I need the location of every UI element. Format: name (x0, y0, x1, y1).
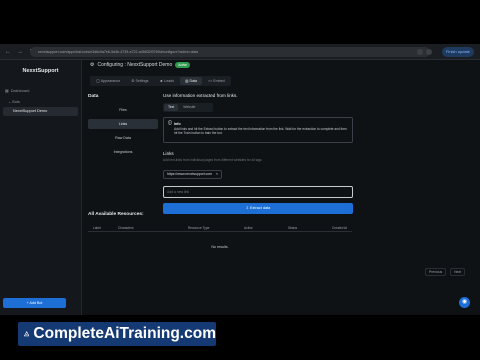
tab-embed[interactable]: <> Embed (203, 77, 230, 85)
extension-icons (417, 47, 432, 55)
download-icon: ⇩ (245, 206, 249, 210)
app-window: NexxtSupport ▦ Dashboard ⌄ Bots NexxtSup… (0, 60, 480, 315)
profile-icon[interactable] (426, 49, 432, 55)
link-chip-text: https://www.nexxtsupport.com (167, 172, 213, 176)
sidebar-item-dashboard[interactable]: ▦ Dashboard (5, 88, 81, 93)
empty-state: No results. (211, 245, 229, 249)
sub-nav-raw-data[interactable]: Raw Data (88, 133, 158, 143)
close-icon[interactable]: × (216, 172, 218, 176)
sub-nav-links[interactable]: Links (88, 119, 158, 129)
database-icon: ▥ (185, 79, 189, 83)
tab-label: Embed (213, 79, 225, 83)
panel-title: Use information extracted from links. (163, 93, 238, 98)
sidebar-item-bots[interactable]: ⌄ Bots (8, 99, 81, 104)
info-heading: ⓘ Info (168, 121, 348, 126)
extension-icon[interactable] (417, 49, 423, 55)
data-sub-nav: Files Links Raw Data Integrations (88, 105, 158, 161)
links-heading: Links (163, 151, 174, 156)
page-title: ⚙ Configuring : NexxtSupport Demo Active (90, 62, 190, 68)
gear-icon: ⚙ (90, 62, 95, 68)
section-heading: Data (88, 94, 99, 99)
next-button[interactable]: Next (450, 268, 466, 276)
links-panel: Use information extracted from links. Te… (163, 93, 355, 214)
tab-label: Settings (135, 79, 149, 83)
status-badge: Active (175, 62, 190, 68)
page-title-text: Configuring : NexxtSupport Demo (97, 62, 173, 68)
table-header: Label Characters Resource Type Active St… (88, 224, 352, 232)
extract-label: Extract data (249, 206, 271, 210)
column-header[interactable]: Active (244, 224, 288, 231)
brand-logo: NexxtSupport (22, 68, 59, 74)
add-link-input[interactable] (163, 186, 353, 198)
info-title-text: Info (173, 121, 181, 126)
sidebar-item-active-bot[interactable]: NexxtSupport Demo (3, 107, 78, 116)
back-arrow-icon[interactable]: ← (4, 48, 12, 56)
tab-leads[interactable]: ☻ Leads (154, 77, 179, 85)
mode-tabs: Text Website (163, 103, 213, 112)
sub-nav-integrations[interactable]: Integrations (88, 147, 158, 157)
tab-data[interactable]: ▥ Data (180, 77, 203, 85)
resources-table: Label Characters Resource Type Active St… (88, 224, 352, 249)
sidebar-item-label: Bots (12, 100, 20, 104)
pagination: Previous Next (425, 268, 466, 276)
tab-settings[interactable]: ⚙ Settings (126, 77, 153, 85)
info-callout: ⓘ Info Add links and hit the Extract but… (163, 117, 353, 143)
palette-icon: ◯ (96, 79, 101, 83)
mode-tab-website[interactable]: Website (179, 104, 199, 111)
bot-icon: ◉ (461, 299, 468, 305)
add-bot-button[interactable]: + Add Bot (3, 298, 66, 308)
grid-icon: ▦ (5, 88, 9, 93)
finish-update-button[interactable]: Finish update (441, 47, 474, 57)
column-header[interactable]: Characters (118, 224, 188, 231)
column-header[interactable]: Resource Type (188, 224, 244, 231)
column-header[interactable]: Label (88, 224, 118, 231)
previous-button[interactable]: Previous (425, 268, 447, 276)
info-icon: ⓘ (168, 121, 172, 125)
resources-heading: All Available Resources: (88, 212, 144, 217)
sub-nav-files[interactable]: Files (88, 105, 158, 115)
address-bar[interactable]: nexxtsupport.com/app/chat-bots/e3d6c9a7e… (30, 47, 430, 57)
user-icon: ☻ (159, 79, 164, 83)
extract-data-button[interactable]: ⇩ Extract data (163, 203, 353, 214)
tab-label: Leads (164, 79, 175, 83)
tab-label: Data (189, 79, 198, 83)
tab-label: Appearance (100, 79, 121, 83)
column-header[interactable]: Created At (332, 224, 352, 231)
chat-widget-button[interactable]: ◉ (459, 297, 470, 308)
links-help-text: Add text-links from individual pages fro… (163, 158, 262, 162)
logo-icon (24, 331, 30, 337)
mode-tab-text[interactable]: Text (164, 104, 179, 111)
tab-appearance[interactable]: ◯ Appearance (91, 77, 125, 85)
link-chip: https://www.nexxtsupport.com × (163, 169, 223, 179)
browser-chrome: ← → ↻ nexxtsupport.com/app/chat-bots/e3d… (0, 44, 480, 60)
info-text: Add links and hit the Extract button to … (174, 127, 347, 136)
column-header[interactable]: Status (288, 224, 332, 231)
screen: ← → ↻ nexxtsupport.com/app/chat-bots/e3d… (0, 0, 480, 360)
chevron-down-icon: ⌄ (8, 100, 12, 104)
config-tabs: ◯ Appearance ⚙ Settings ☻ Leads ▥ Data <… (90, 76, 231, 86)
gear-icon: ⚙ (131, 79, 135, 83)
forward-arrow-icon[interactable]: → (16, 48, 24, 56)
banner-text: CompleteAiTraining.com (33, 325, 216, 342)
sidebar: NexxtSupport ▦ Dashboard ⌄ Bots NexxtSup… (0, 60, 82, 315)
code-icon: <> (208, 79, 213, 83)
sidebar-item-label: Dashboard (10, 88, 30, 93)
watermark-banner: CompleteAiTraining.com (18, 322, 216, 346)
main-content: ⚙ Configuring : NexxtSupport Demo Active… (82, 60, 480, 315)
